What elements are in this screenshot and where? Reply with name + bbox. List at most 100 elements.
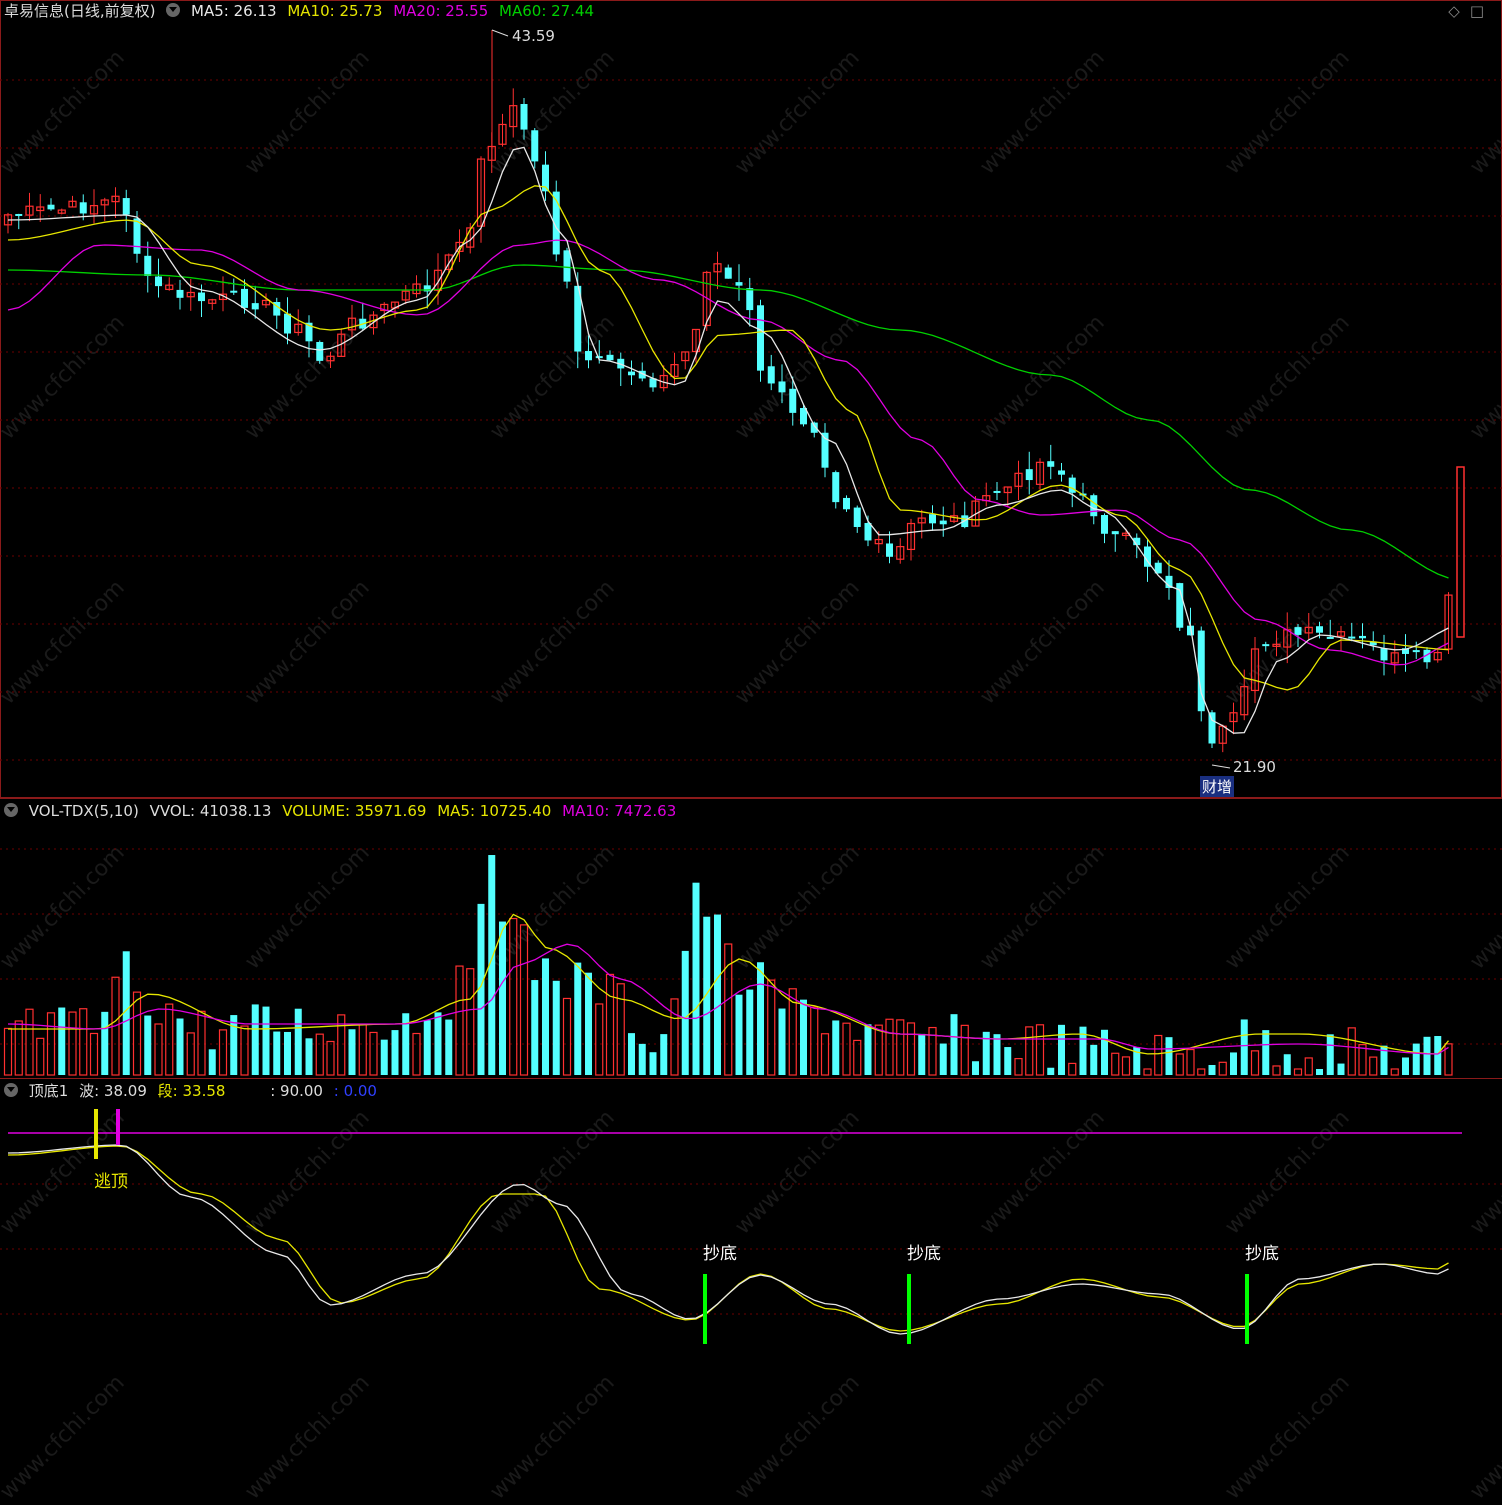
ma10-label: MA10: 25.73: [287, 2, 383, 20]
candle-body: [724, 267, 732, 279]
candle-body: [628, 371, 635, 376]
volume-bar: [240, 1025, 249, 1076]
candle-body: [778, 381, 786, 393]
vvol-label: VVOL: 41038.13: [149, 802, 272, 820]
volume-bar: [874, 1024, 883, 1076]
volume-bar: [1390, 1068, 1399, 1076]
vol-title: VOL-TDX(5,10): [28, 802, 139, 820]
volume-bar: [1186, 1048, 1195, 1076]
volume-bar: [800, 999, 807, 1075]
candle-body: [864, 523, 872, 541]
volume-bar: [154, 1023, 163, 1076]
watermark-text: www.cfchi.com: [1465, 1370, 1502, 1505]
volume-bar: [1316, 1069, 1323, 1075]
volume-bar: [1250, 1050, 1260, 1076]
volume-bar: [757, 962, 764, 1075]
volume-bar: [616, 983, 625, 1076]
candle-body: [939, 520, 947, 525]
volume-bar: [1197, 1068, 1206, 1076]
candle-body: [929, 514, 936, 524]
price-frame: [0, 0, 1502, 798]
candle-body: [595, 356, 603, 359]
volume-bar: [294, 1008, 302, 1075]
volume-bar: [1154, 1034, 1163, 1076]
volume-bar: [832, 1020, 840, 1075]
volume-bar: [660, 1034, 668, 1075]
low-arrow: [1211, 764, 1231, 769]
volume-bar: [1369, 1056, 1378, 1076]
volume-bar: [1121, 1056, 1131, 1076]
volume-bar: [1240, 1019, 1248, 1075]
volume-bar: [499, 921, 506, 1075]
volume-bar: [79, 1008, 88, 1076]
candle-body: [198, 292, 205, 302]
volume-bar: [1058, 1024, 1065, 1075]
price-panel: 卓易信息(日线,前复权) MA5: 26.13 MA10: 25.73 MA20…: [0, 0, 1502, 798]
volume-bar: [531, 980, 539, 1075]
volume-bar: [1283, 1054, 1291, 1075]
candle-body: [1262, 644, 1270, 647]
volume-bar: [703, 916, 711, 1075]
volume-bar: [58, 1007, 66, 1075]
volume-bar: [434, 1012, 442, 1075]
volume-bar: [1434, 1036, 1442, 1075]
volume-bar: [1326, 1034, 1334, 1075]
chevron-down-icon[interactable]: [166, 2, 181, 17]
volume-bar: [412, 1032, 421, 1076]
chevron-down-icon[interactable]: [4, 1082, 18, 1097]
volume-bar: [885, 1018, 894, 1076]
candle-body: [1412, 650, 1420, 653]
chevron-down-icon[interactable]: [4, 802, 18, 817]
signal-chart[interactable]: [0, 1079, 1502, 1344]
volume-bar: [670, 998, 679, 1076]
candle-body: [1047, 461, 1055, 467]
candle-body: [832, 472, 840, 503]
volume-bar: [369, 1031, 378, 1076]
candle-body: [176, 289, 184, 298]
volume-bar: [262, 1006, 270, 1075]
candle-body: [230, 290, 238, 293]
signal-title: 顶底1: [28, 1082, 69, 1100]
upper-level-label: : 90.00: [270, 1082, 323, 1100]
candle-body: [122, 198, 130, 215]
volume-chart[interactable]: [0, 799, 1502, 1078]
candle-body: [155, 276, 162, 287]
volume-bar: [25, 1008, 34, 1076]
candle-body: [520, 104, 528, 130]
candle-body: [133, 218, 141, 254]
volume-bar: [1014, 1057, 1023, 1076]
volume-bar: [132, 991, 142, 1076]
volume-bar: [1090, 1044, 1098, 1075]
bottom-signal-label-2: 抄底: [907, 1244, 941, 1264]
candle-body: [767, 366, 775, 384]
volume-bar: [842, 1022, 851, 1076]
top-signal-label: 逃顶: [94, 1172, 128, 1192]
volume-bar: [208, 1049, 216, 1075]
volume-bar: [1143, 1068, 1152, 1076]
volume-bar: [1304, 1057, 1313, 1076]
candle-body: [1380, 648, 1388, 661]
high-arrow: [491, 29, 509, 37]
volume-bar: [218, 1029, 228, 1076]
volume-bar: [101, 1011, 109, 1075]
volume-bar: [89, 1032, 99, 1076]
candle-body: [1068, 477, 1076, 493]
volume-bar: [1165, 1037, 1173, 1075]
volume-bar: [1025, 1026, 1034, 1076]
volume-bar: [778, 1008, 786, 1075]
volume-bar: [1047, 1067, 1055, 1075]
event-tag[interactable]: 财增: [1200, 776, 1235, 797]
volume-bar: [810, 1006, 819, 1076]
candle-body: [746, 288, 754, 311]
signal-header: 顶底1 波: 38.09 段: 33.58 : 90.00 : 0.00: [4, 1080, 383, 1102]
volume-bar: [391, 1030, 399, 1075]
volume-bar: [348, 1029, 356, 1075]
bottom-signal-label-1: 抄底: [703, 1244, 737, 1264]
volume-header: VOL-TDX(5,10) VVOL: 41038.13 VOLUME: 359…: [4, 800, 682, 822]
ma60-line: [7, 264, 1449, 579]
ma5-line: [7, 146, 1449, 734]
volume-bar: [251, 1004, 259, 1075]
volume-bar: [864, 1024, 872, 1075]
candle-body: [531, 130, 539, 162]
price-chart[interactable]: [0, 0, 1502, 798]
